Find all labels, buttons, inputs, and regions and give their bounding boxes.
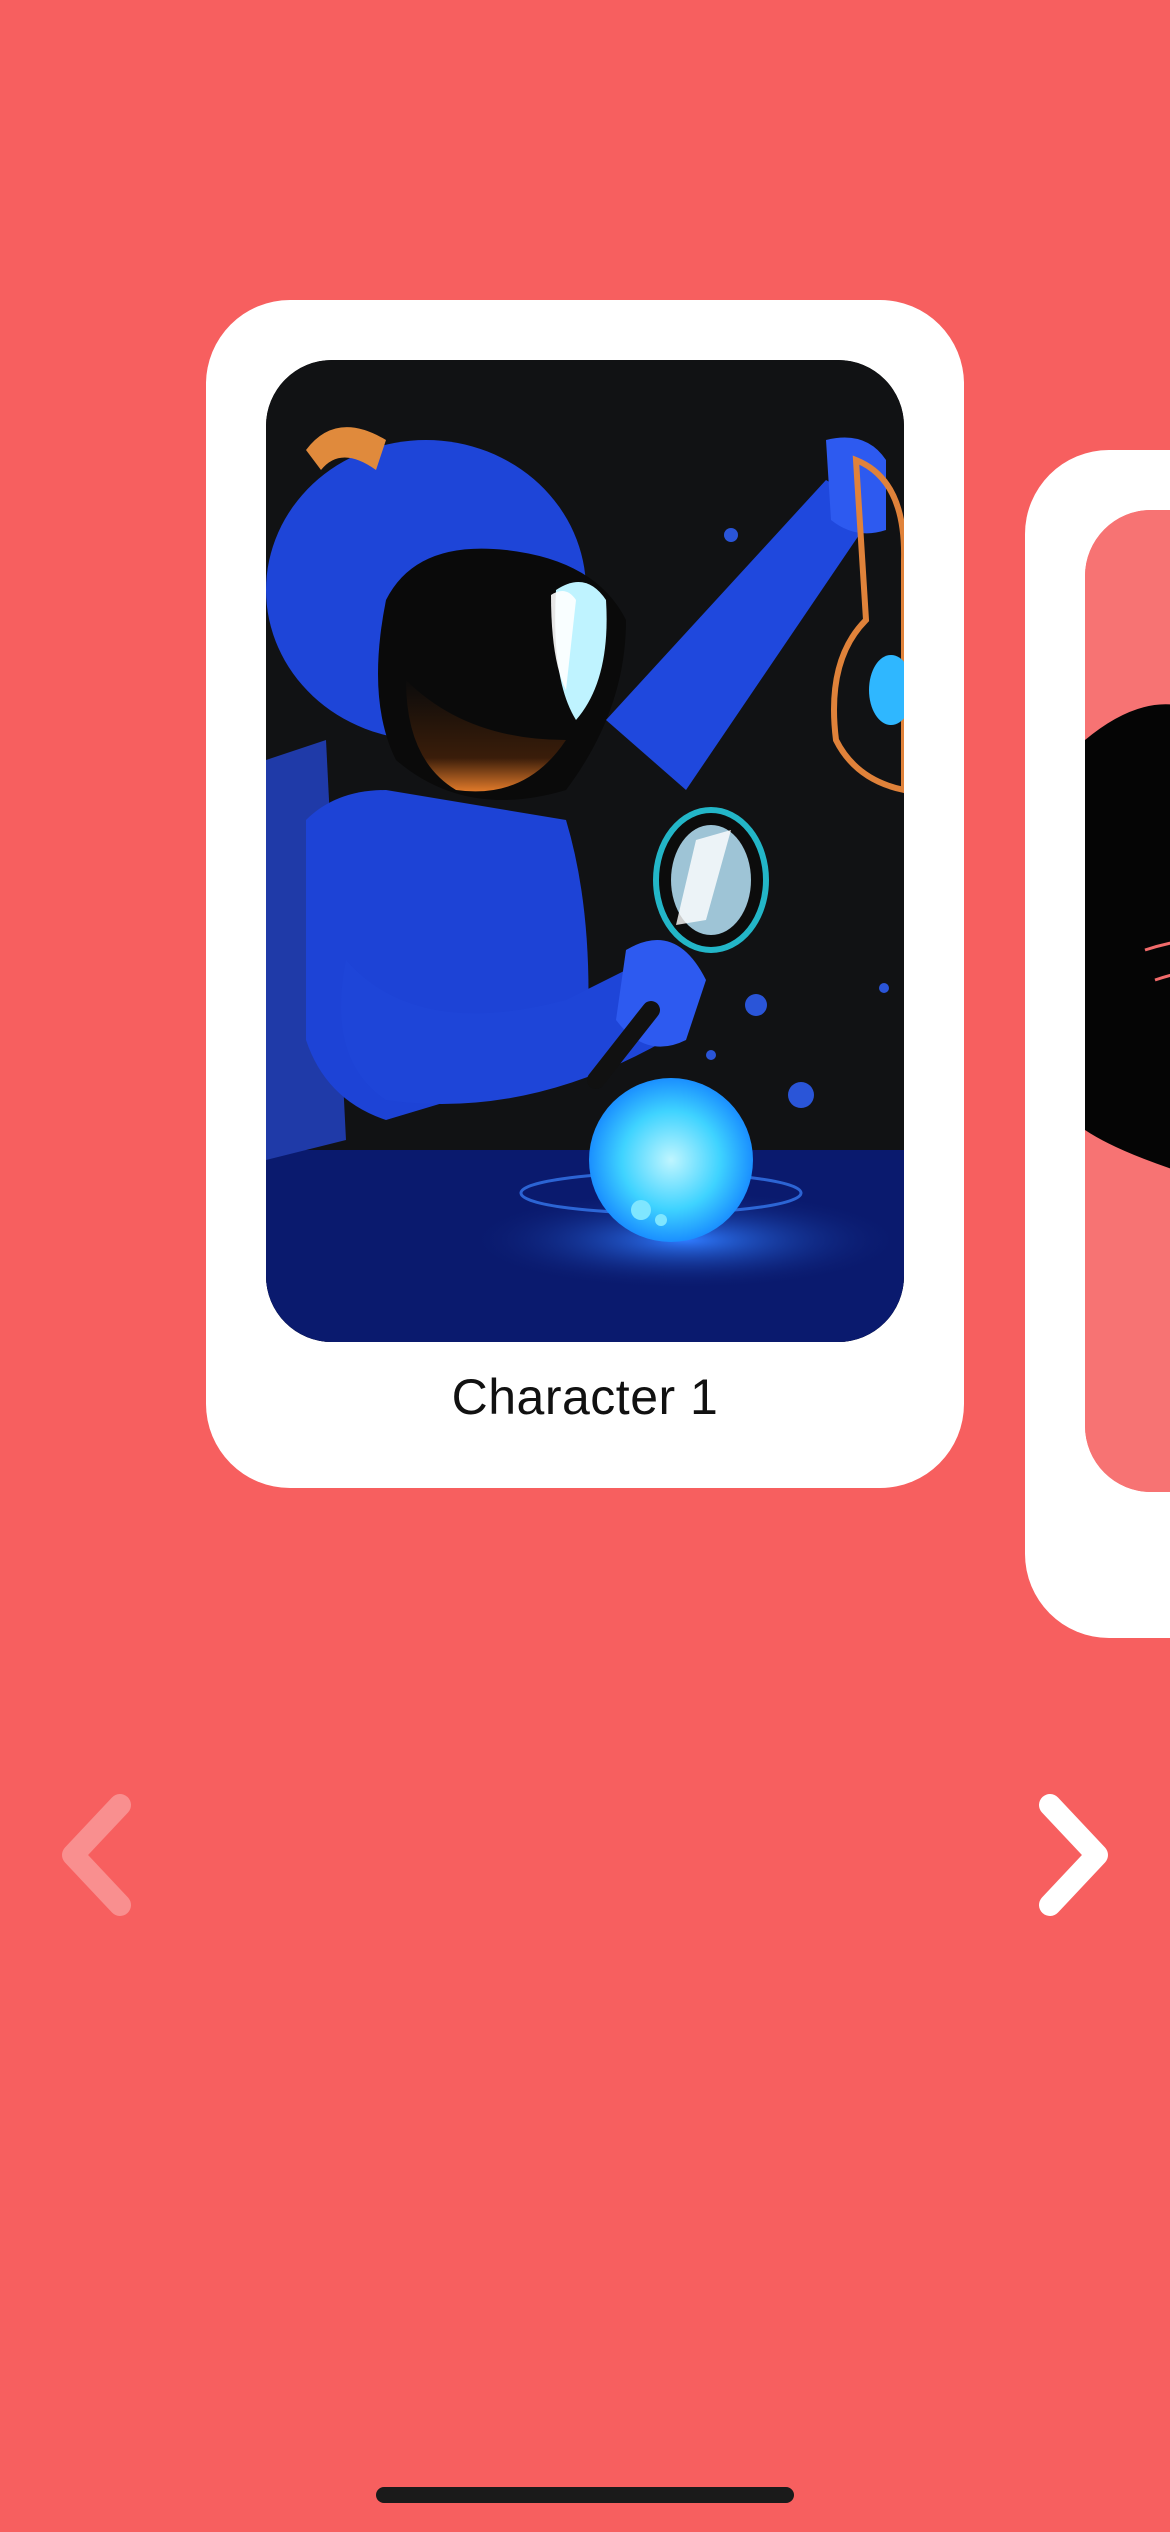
screen: Character 1 — [0, 0, 1170, 2532]
next-character-artwork — [1085, 510, 1170, 1492]
character-card[interactable]: Character 1 — [206, 300, 964, 1488]
panther-illustration — [1085, 510, 1170, 1492]
home-indicator[interactable] — [376, 2487, 794, 2503]
chevron-right-icon — [1039, 1794, 1108, 1916]
card-title: Character 1 — [451, 1369, 719, 1425]
previous-button[interactable] — [55, 1790, 145, 1920]
astronaut-scientist-illustration — [266, 360, 904, 1342]
character-artwork — [266, 360, 904, 1342]
next-character-card[interactable] — [1025, 450, 1170, 1638]
chevron-left-icon — [62, 1794, 131, 1916]
next-button[interactable] — [1025, 1790, 1115, 1920]
